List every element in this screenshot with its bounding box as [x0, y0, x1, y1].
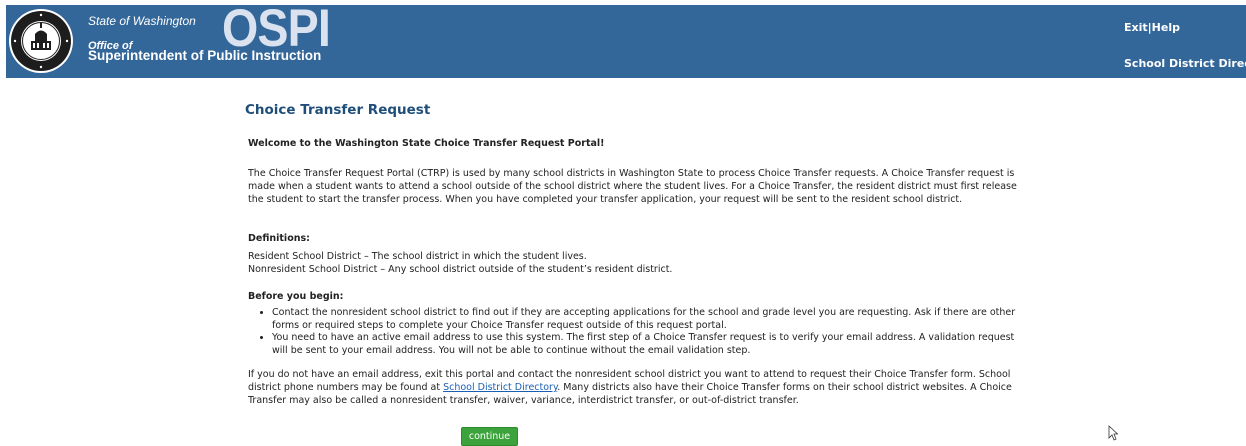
help-link[interactable]: Help	[1152, 21, 1180, 34]
school-district-directory-link[interactable]: School District Directory	[1124, 57, 1246, 70]
header-banner: State of Washington OSPI Office of Super…	[6, 2, 1246, 78]
before-you-begin-list: Contact the nonresident school district …	[248, 307, 1028, 357]
list-item: You need to have an active email address…	[272, 332, 1028, 357]
page-title: Choice Transfer Request	[245, 102, 431, 118]
no-email-paragraph: If you do not have an email address, exi…	[248, 368, 1028, 407]
definitions-heading: Definitions:	[248, 233, 310, 244]
definition-nonresident: Nonresident School District – Any school…	[248, 264, 673, 275]
school-district-directory-inline-link[interactable]: School District Directory	[443, 382, 557, 393]
list-item: Contact the nonresident school district …	[272, 307, 1028, 332]
superintendent-text: Superintendent of Public Instruction	[88, 48, 322, 63]
definition-resident: Resident School District – The school di…	[248, 251, 587, 262]
welcome-heading: Welcome to the Washington State Choice T…	[248, 138, 605, 149]
exit-link[interactable]: Exit	[1124, 21, 1148, 34]
mouse-cursor-icon	[1108, 425, 1118, 441]
intro-paragraph: The Choice Transfer Request Portal (CTRP…	[248, 168, 1017, 205]
state-seal-icon	[9, 9, 73, 73]
state-of-washington-text: State of Washington	[88, 14, 196, 28]
before-you-begin-heading: Before you begin:	[248, 291, 344, 302]
continue-button[interactable]: continue	[461, 427, 518, 446]
header-links: Exit|Help	[1124, 21, 1180, 34]
